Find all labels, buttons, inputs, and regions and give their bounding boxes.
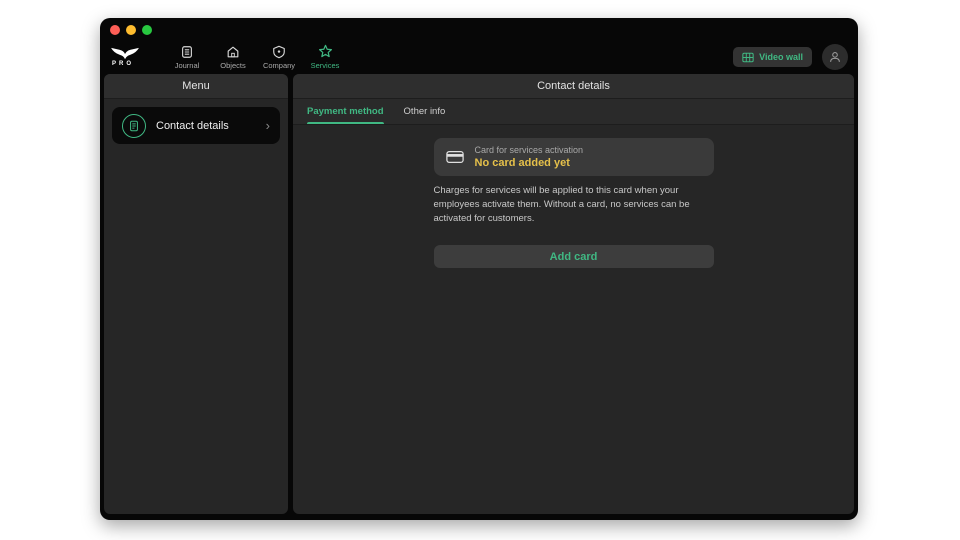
add-card-button[interactable]: Add card bbox=[434, 245, 714, 268]
app-logo: PRO bbox=[110, 47, 156, 67]
tab-payment-method[interactable]: Payment method bbox=[307, 99, 384, 124]
video-wall-button[interactable]: Video wall bbox=[733, 47, 812, 67]
credit-card-icon bbox=[446, 150, 464, 164]
person-icon bbox=[828, 50, 842, 64]
card-description: Charges for services will be applied to … bbox=[434, 184, 714, 225]
nav-item-services[interactable]: Services bbox=[302, 44, 348, 70]
app-window: PRO Journal Objects bbox=[100, 18, 858, 520]
sidebar-item-contact-details[interactable]: Contact details › bbox=[112, 107, 280, 144]
wings-logo-icon bbox=[110, 47, 140, 60]
video-wall-label: Video wall bbox=[759, 52, 803, 62]
services-icon bbox=[318, 44, 333, 59]
tab-bar: Payment method Other info bbox=[293, 99, 854, 125]
top-navbar: PRO Journal Objects bbox=[100, 42, 858, 74]
content-area: Menu Contact details › Contact details P bbox=[100, 74, 858, 520]
sidebar-header: Menu bbox=[104, 74, 288, 99]
title-bar bbox=[100, 18, 858, 42]
sidebar: Menu Contact details › bbox=[104, 74, 288, 514]
add-card-label: Add card bbox=[550, 251, 598, 263]
zoom-window-button[interactable] bbox=[142, 25, 152, 35]
card-status-texts: Card for services activation No card add… bbox=[475, 145, 584, 169]
sidebar-item-label: Contact details bbox=[156, 120, 266, 132]
card-status-value: No card added yet bbox=[475, 157, 584, 169]
payment-method-panel: Card for services activation No card add… bbox=[293, 125, 854, 514]
journal-icon bbox=[180, 45, 194, 59]
company-icon bbox=[272, 45, 286, 59]
document-icon bbox=[122, 114, 146, 138]
nav-item-objects[interactable]: Objects bbox=[210, 45, 256, 70]
nav-item-label: Journal bbox=[175, 61, 200, 70]
tab-other-info[interactable]: Other info bbox=[404, 99, 446, 124]
card-status-panel: Card for services activation No card add… bbox=[434, 138, 714, 176]
nav-item-label: Services bbox=[311, 61, 340, 70]
nav-item-label: Objects bbox=[220, 61, 245, 70]
user-avatar[interactable] bbox=[822, 44, 848, 70]
logo-text: PRO bbox=[112, 61, 134, 67]
minimize-window-button[interactable] bbox=[126, 25, 136, 35]
page-title: Contact details bbox=[293, 74, 854, 99]
grid-icon bbox=[742, 52, 754, 63]
nav-item-company[interactable]: Company bbox=[256, 45, 302, 70]
close-window-button[interactable] bbox=[110, 25, 120, 35]
chevron-right-icon: › bbox=[266, 119, 270, 132]
card-label: Card for services activation bbox=[475, 145, 584, 155]
objects-icon bbox=[226, 45, 240, 59]
nav-item-journal[interactable]: Journal bbox=[164, 45, 210, 70]
nav-item-label: Company bbox=[263, 61, 295, 70]
main-pane: Contact details Payment method Other inf… bbox=[293, 74, 854, 514]
